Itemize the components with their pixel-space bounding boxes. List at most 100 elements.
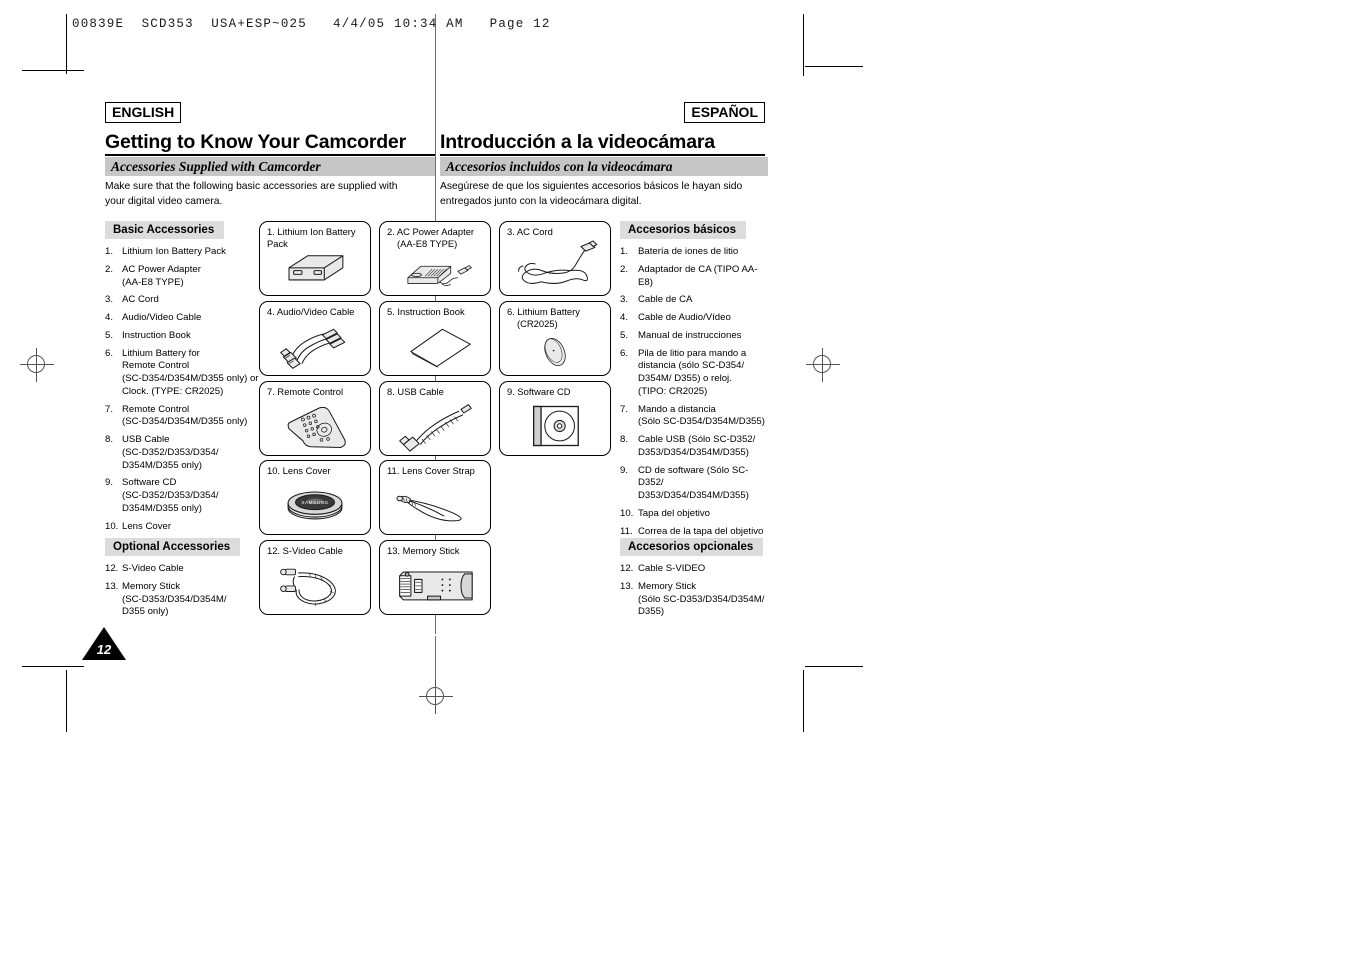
accessory-item-number: 3. — [620, 294, 629, 306]
accessory-box-av-cable: 4. Audio/Video Cable — [259, 301, 371, 376]
accessory-list-item: 3. AC Cord — [105, 294, 265, 307]
accessory-box-ac-power-adapter: 2. AC Power Adapter (AA-E8 TYPE) — [379, 221, 491, 296]
accessory-item-label: Audio/Video Cable — [122, 312, 202, 323]
page-number-text: 12 — [96, 642, 112, 657]
accessory-box-ac-cord: 3. AC Cord — [499, 221, 611, 296]
accessory-item-number: 8. — [105, 434, 114, 445]
page-title-spanish: Introducción a la videocámara — [440, 131, 715, 153]
accessory-list-item: 8. Cable USB (Sólo SC-D352/D353/D354/D354… — [620, 434, 770, 460]
accessory-box-memory-stick: 13. Memory Stick — [379, 540, 491, 615]
lens-cover-strap-illustration — [380, 479, 490, 531]
intro-text-english: Make sure that the following basic acces… — [105, 181, 398, 207]
accessory-box-caption: 5. Instruction Book — [387, 306, 465, 317]
accessory-list-item: 1. Lithium Ion Battery Pack — [105, 246, 265, 259]
section-bar-spanish: Accesorios incluidos con la videocámara — [440, 157, 768, 176]
accessory-box-caption: 13. Memory Stick — [387, 545, 460, 556]
page-title-english: Getting to Know Your Camcorder — [105, 131, 406, 153]
accessory-item-label: Pila de litio para mando a distancia (sól… — [638, 347, 747, 397]
basic-accessories-header-english: Basic Accessories — [105, 221, 225, 239]
optional-accessories-list-spanish: 12. Cable S-VIDEO 13. Memory Stick (Sólo SC-… — [620, 563, 770, 619]
accessory-box-caption-sub: (CR2025) — [517, 318, 558, 330]
accessory-item-label: Memory Stick (SC-D353/D354/D354M/D355 onl… — [122, 580, 227, 618]
optional-accessories-header-spanish: Accesorios opcionales — [620, 538, 764, 556]
software-cd-illustration — [500, 400, 610, 452]
basic-accessories-header-spanish: Accesorios básicos — [620, 221, 747, 239]
accessory-box-caption: 9. Software CD — [507, 386, 571, 397]
accessory-list-item: 13. Memory Stick (SC-D353/D354/D354M/D355 … — [105, 581, 265, 619]
accessory-list-item: 3. Cable de CA — [620, 294, 770, 307]
accessory-item-label: Tapa del objetivo — [638, 507, 711, 519]
accessory-list-item: 2. Adaptador de CA (TIPO AA-E8) — [620, 264, 770, 290]
accessory-list-item: 10. Lens Cover — [105, 521, 265, 534]
accessory-box-caption: 10. Lens Cover — [267, 465, 331, 476]
accessory-box-caption: 6. Lithium Battery (CR2025) — [507, 306, 606, 330]
accessory-box-usb-cable: 8. USB Cable — [379, 381, 491, 456]
accessory-list-item: 1. Batería de iones de litio — [620, 246, 770, 259]
accessory-box-caption: 8. USB Cable — [387, 386, 444, 397]
language-badge-spanish: ESPAÑOL — [684, 102, 765, 124]
accessory-box-lens-cover-strap: 11. Lens Cover Strap — [379, 460, 491, 535]
accessory-box-instruction-book: 5. Instruction Book — [379, 301, 491, 376]
remote-control-illustration — [260, 400, 370, 452]
film-header-text: 00839E SCD353 USA+ESP~025 4/4/05 10:34 A… — [72, 17, 551, 31]
svg-text:SAMSUNG: SAMSUNG — [301, 500, 328, 505]
accessory-item-number: 7. — [620, 403, 629, 415]
accessory-item-number: 4. — [620, 312, 629, 323]
title-rule-spanish — [440, 154, 765, 156]
accessory-item-label: Memory Stick (Sólo SC-D353/D354/D354M/D35… — [638, 580, 765, 618]
accessory-item-number: 1. — [620, 246, 629, 257]
accessory-item-label: Mando a distancia (Sólo SC-D354/D354M/D35… — [638, 403, 765, 428]
accessory-item-number: 7. — [105, 403, 114, 415]
accessory-item-label: Software CD (SC-D352/D353/D354/D354M/D355… — [122, 477, 219, 514]
ac-power-adapter-illustration — [380, 252, 490, 292]
accessory-list-item: 6. Lithium Battery for Remote Control (SC-D… — [105, 348, 265, 399]
accessory-box-caption: 2. AC Power Adapter (AA-E8 TYPE) — [387, 226, 486, 250]
accessory-box-caption: 7. Remote Control — [267, 386, 344, 397]
accessory-box-s-video-cable: 12. S-Video Cable — [259, 540, 371, 615]
registration-mark-left — [20, 348, 54, 382]
accessory-list-item: 7. Remote Control (SC-D354/D354M/D355 only… — [105, 404, 265, 430]
accessory-item-label: AC Power Adapter (AA-E8 TYPE) — [122, 263, 201, 288]
accessory-item-label: AC Cord — [122, 294, 159, 306]
accessory-list-item: 7. Mando a distancia (Sólo SC-D354/D354M/D… — [620, 404, 770, 430]
accessory-item-label: S-Video Cable — [122, 563, 184, 574]
accessory-box-lens-cover: 10. Lens Cover SAMSUNG — [259, 460, 371, 535]
accessory-list-item: 4. Cable de Audio/Vídeo — [620, 312, 770, 325]
accessory-item-number: 12. — [620, 563, 634, 574]
ac-cord-illustration — [500, 240, 610, 292]
accessory-item-label: Remote Control (SC-D354/D354M/D355 only) — [122, 403, 248, 428]
accessory-list-item: 12. S-Video Cable — [105, 563, 265, 576]
optional-accessories-header-english: Optional Accessories — [105, 538, 241, 556]
s-video-cable-illustration — [260, 559, 370, 611]
accessory-item-label: Lens Cover — [122, 520, 172, 532]
accessory-box-lithium-battery: 6. Lithium Battery (CR2025) — [499, 301, 611, 376]
memory-stick-illustration — [380, 559, 490, 611]
accessory-item-number: 8. — [620, 434, 629, 445]
accessory-item-number: 1. — [105, 246, 114, 257]
basic-accessories-list-spanish: 1. Batería de iones de litio 2. Adaptador d… — [620, 246, 770, 538]
accessory-item-number: 13. — [105, 580, 119, 592]
accessory-item-label: Batería de iones de litio — [638, 246, 739, 257]
accessory-item-number: 4. — [105, 312, 114, 323]
language-badge-english: ENGLISH — [105, 102, 182, 124]
intro-text-spanish: Asegúrese de que los siguientes accesori… — [440, 181, 743, 207]
accessory-item-label: Cable de CA — [638, 294, 693, 306]
accessory-item-number: 9. — [105, 477, 114, 489]
accessory-item-number: 5. — [620, 329, 629, 341]
accessory-item-number: 2. — [620, 263, 629, 275]
optional-accessories-list-english: 12. S-Video Cable 13. Memory Stick (SC-D353/… — [105, 563, 265, 619]
accessory-list-item: 12. Cable S-VIDEO — [620, 563, 770, 576]
accessory-item-label: Cable de Audio/Vídeo — [638, 312, 731, 323]
accessory-box-software-cd: 9. Software CD — [499, 381, 611, 456]
registration-mark-bottom — [419, 680, 453, 714]
accessory-box-caption: 3. AC Cord — [507, 226, 553, 237]
accessory-item-label: Cable S-VIDEO — [638, 563, 706, 574]
accessory-box-caption-sub: (AA-E8 TYPE) — [397, 238, 458, 250]
accessory-list-item: 10. Tapa del objetivo — [620, 508, 770, 521]
accessory-box-battery-pack: 1. Lithium Ion Battery Pack — [259, 221, 371, 296]
manual-page: 00839E SCD353 USA+ESP~025 4/4/05 10:34 A… — [0, 0, 1351, 954]
av-cable-illustration — [260, 320, 370, 372]
accessory-item-number: 13. — [620, 580, 634, 592]
accessory-box-remote-control: 7. Remote Control — [259, 381, 371, 456]
accessory-item-label: Cable USB (Sólo SC-D352/D353/D354/D354M/… — [638, 434, 756, 458]
